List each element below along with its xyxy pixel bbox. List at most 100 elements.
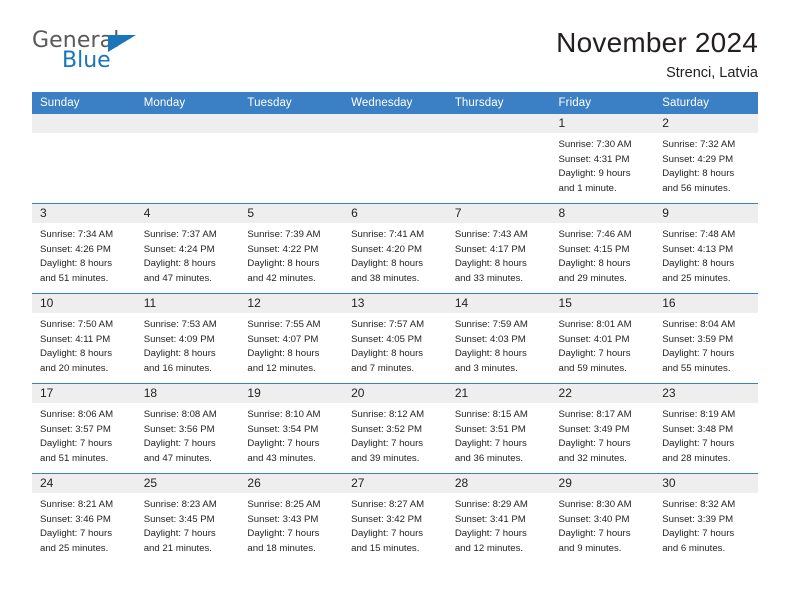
calendar-day-cell[interactable]: 8 Sunrise: 7:46 AM Sunset: 4:15 PM Daylight… <box>550 203 655 294</box>
day-number: 15 <box>550 294 655 313</box>
day-detail-daylight-1: Daylight: 7 hours <box>40 438 112 450</box>
day-sun-details: Sunrise: 7:50 AM Sunset: 4:11 PM Daylight:… <box>32 313 136 376</box>
day-detail-sunrise: Sunrise: 8:19 AM <box>662 409 736 420</box>
day-detail-daylight-1: Daylight: 7 hours <box>351 528 424 540</box>
day-detail-daylight-2: and 16 minutes. <box>143 362 212 374</box>
calendar-day-cell[interactable]: 23 Sunrise: 8:19 AM Sunset: 3:48 PM Dayligh… <box>654 383 758 474</box>
day-detail-sunset: Sunset: 3:43 PM <box>247 513 319 525</box>
calendar-day-cell[interactable]: 28 Sunrise: 8:29 AM Sunset: 3:41 PM Dayligh… <box>446 473 551 563</box>
day-detail-sunset: Sunset: 4:31 PM <box>558 153 630 165</box>
calendar-day-cell[interactable]: 15 Sunrise: 8:01 AM Sunset: 4:01 PM Dayligh… <box>550 293 655 384</box>
calendar-day-cell[interactable]: 13 Sunrise: 7:57 AM Sunset: 4:05 PM Dayligh… <box>343 293 447 384</box>
day-detail-daylight-2: and 51 minutes. <box>40 272 109 284</box>
day-number: 14 <box>446 294 551 313</box>
day-cell-content: 4 Sunrise: 7:37 AM Sunset: 4:24 PM Daylight… <box>135 204 240 293</box>
weekday-header-monday: Monday <box>135 92 240 114</box>
day-detail-sunset: Sunset: 3:49 PM <box>558 423 630 435</box>
day-number: 22 <box>550 384 655 403</box>
day-cell-content: 6 Sunrise: 7:41 AM Sunset: 4:20 PM Daylight… <box>343 204 447 293</box>
day-number: 9 <box>654 204 758 223</box>
calendar-day-cell[interactable]: 2 Sunrise: 7:32 AM Sunset: 4:29 PM Daylight… <box>654 114 758 204</box>
calendar-day-cell[interactable]: 9 Sunrise: 7:48 AM Sunset: 4:13 PM Daylight… <box>654 203 758 294</box>
calendar-day-cell[interactable]: 7 Sunrise: 7:43 AM Sunset: 4:17 PM Daylight… <box>446 203 551 294</box>
day-number: 16 <box>654 294 758 313</box>
day-detail-daylight-2: and 32 minutes. <box>558 452 627 464</box>
calendar-day-cell[interactable]: 1 Sunrise: 7:30 AM Sunset: 4:31 PM Daylight… <box>550 114 655 204</box>
day-sun-details: Sunrise: 7:53 AM Sunset: 4:09 PM Daylight:… <box>136 313 240 376</box>
calendar-day-cell[interactable]: 27 Sunrise: 8:27 AM Sunset: 3:42 PM Dayligh… <box>343 473 447 563</box>
day-detail-daylight-2: and 28 minutes. <box>662 452 731 464</box>
day-detail-sunrise: Sunrise: 7:39 AM <box>247 229 321 240</box>
day-detail-sunset: Sunset: 4:15 PM <box>558 243 630 255</box>
day-detail-daylight-1: Daylight: 7 hours <box>40 528 112 540</box>
day-detail-daylight-2: and 21 minutes. <box>143 542 212 554</box>
day-detail-daylight-1: Daylight: 8 hours <box>662 168 735 180</box>
day-cell-content: 9 Sunrise: 7:48 AM Sunset: 4:13 PM Daylight… <box>654 204 758 293</box>
day-cell-content <box>343 114 447 203</box>
day-detail-daylight-2: and 29 minutes. <box>558 272 627 284</box>
day-detail-daylight-2: and 18 minutes. <box>247 542 316 554</box>
day-sun-details: Sunrise: 7:43 AM Sunset: 4:17 PM Daylight:… <box>447 223 551 286</box>
calendar-day-cell-empty <box>343 114 447 204</box>
day-detail-sunrise: Sunrise: 8:17 AM <box>558 409 632 420</box>
day-detail-daylight-1: Daylight: 7 hours <box>662 438 735 450</box>
day-number: 4 <box>135 204 240 223</box>
day-detail-daylight-1: Daylight: 7 hours <box>454 438 527 450</box>
day-cell-content: 24 Sunrise: 8:21 AM Sunset: 3:46 PM Dayligh… <box>32 474 136 563</box>
day-sun-details: Sunrise: 8:08 AM Sunset: 3:56 PM Daylight:… <box>136 403 240 466</box>
day-cell-content <box>135 114 240 203</box>
calendar-day-cell[interactable]: 29 Sunrise: 8:30 AM Sunset: 3:40 PM Dayligh… <box>550 473 655 563</box>
calendar-day-cell[interactable]: 18 Sunrise: 8:08 AM Sunset: 3:56 PM Dayligh… <box>135 383 240 474</box>
calendar-day-cell[interactable]: 6 Sunrise: 7:41 AM Sunset: 4:20 PM Daylight… <box>343 203 447 294</box>
day-cell-content: 5 Sunrise: 7:39 AM Sunset: 4:22 PM Daylight… <box>239 204 344 293</box>
day-detail-daylight-1: Daylight: 7 hours <box>558 438 631 450</box>
day-detail-daylight-1: Daylight: 7 hours <box>662 528 735 540</box>
day-number: 18 <box>135 384 240 403</box>
day-sun-details: Sunrise: 8:06 AM Sunset: 3:57 PM Daylight:… <box>32 403 136 466</box>
generalblue-logo[interactable]: General Blue <box>32 28 162 80</box>
calendar-day-cell[interactable]: 12 Sunrise: 7:55 AM Sunset: 4:07 PM Dayligh… <box>239 293 344 384</box>
day-number: 21 <box>446 384 551 403</box>
day-detail-sunrise: Sunrise: 7:53 AM <box>143 319 217 330</box>
calendar-day-cell[interactable]: 4 Sunrise: 7:37 AM Sunset: 4:24 PM Daylight… <box>135 203 240 294</box>
day-number: 10 <box>32 294 136 313</box>
calendar-day-cell[interactable]: 20 Sunrise: 8:12 AM Sunset: 3:52 PM Dayligh… <box>343 383 447 474</box>
calendar-day-cell[interactable]: 5 Sunrise: 7:39 AM Sunset: 4:22 PM Daylight… <box>239 203 344 294</box>
day-detail-sunset: Sunset: 3:45 PM <box>143 513 215 525</box>
calendar-day-cell[interactable]: 30 Sunrise: 8:32 AM Sunset: 3:39 PM Dayligh… <box>654 473 758 563</box>
day-detail-daylight-1: Daylight: 8 hours <box>351 258 424 270</box>
day-detail-daylight-2: and 15 minutes. <box>351 542 420 554</box>
calendar-day-cell[interactable]: 10 Sunrise: 7:50 AM Sunset: 4:11 PM Dayligh… <box>32 293 136 384</box>
calendar-day-cell-empty <box>446 114 551 204</box>
calendar-day-cell-empty <box>32 114 136 204</box>
weekday-header-friday: Friday <box>550 92 655 114</box>
calendar-day-cell[interactable]: 26 Sunrise: 8:25 AM Sunset: 3:43 PM Dayligh… <box>239 473 344 563</box>
day-number: 24 <box>32 474 136 493</box>
day-cell-content: 29 Sunrise: 8:30 AM Sunset: 3:40 PM Dayligh… <box>550 474 655 563</box>
day-number: 6 <box>343 204 447 223</box>
day-sun-details: Sunrise: 8:29 AM Sunset: 3:41 PM Daylight:… <box>447 493 551 556</box>
weekday-header-saturday: Saturday <box>654 92 758 114</box>
calendar-day-cell[interactable]: 22 Sunrise: 8:17 AM Sunset: 3:49 PM Dayligh… <box>550 383 655 474</box>
day-sun-details: Sunrise: 7:59 AM Sunset: 4:03 PM Daylight:… <box>447 313 551 376</box>
calendar-day-cell[interactable]: 3 Sunrise: 7:34 AM Sunset: 4:26 PM Daylight… <box>32 203 136 294</box>
calendar-day-cell[interactable]: 17 Sunrise: 8:06 AM Sunset: 3:57 PM Dayligh… <box>32 383 136 474</box>
day-detail-sunset: Sunset: 3:48 PM <box>662 423 734 435</box>
calendar-week-row: 1 Sunrise: 7:30 AM Sunset: 4:31 PM Daylight… <box>32 114 758 204</box>
day-detail-daylight-2: and 33 minutes. <box>454 272 524 284</box>
day-detail-sunset: Sunset: 4:09 PM <box>143 333 215 345</box>
calendar-day-cell[interactable]: 14 Sunrise: 7:59 AM Sunset: 4:03 PM Dayligh… <box>446 293 551 384</box>
calendar-day-cell[interactable]: 16 Sunrise: 8:04 AM Sunset: 3:59 PM Dayligh… <box>654 293 758 384</box>
day-detail-sunrise: Sunrise: 7:34 AM <box>40 229 114 240</box>
day-detail-daylight-1: Daylight: 9 hours <box>558 168 631 180</box>
calendar-day-cell[interactable]: 25 Sunrise: 8:23 AM Sunset: 3:45 PM Dayligh… <box>135 473 240 563</box>
day-detail-sunrise: Sunrise: 8:29 AM <box>454 499 528 510</box>
calendar-day-cell[interactable]: 19 Sunrise: 8:10 AM Sunset: 3:54 PM Dayligh… <box>239 383 344 474</box>
day-sun-details: Sunrise: 7:46 AM Sunset: 4:15 PM Daylight:… <box>551 223 655 286</box>
day-detail-daylight-2: and 9 minutes. <box>558 542 622 554</box>
day-detail-daylight-1: Daylight: 8 hours <box>40 258 112 270</box>
calendar-day-cell[interactable]: 11 Sunrise: 7:53 AM Sunset: 4:09 PM Dayligh… <box>135 293 240 384</box>
day-detail-sunrise: Sunrise: 8:23 AM <box>143 499 217 510</box>
calendar-day-cell[interactable]: 21 Sunrise: 8:15 AM Sunset: 3:51 PM Dayligh… <box>446 383 551 474</box>
calendar-day-cell[interactable]: 24 Sunrise: 8:21 AM Sunset: 3:46 PM Dayligh… <box>32 473 136 563</box>
